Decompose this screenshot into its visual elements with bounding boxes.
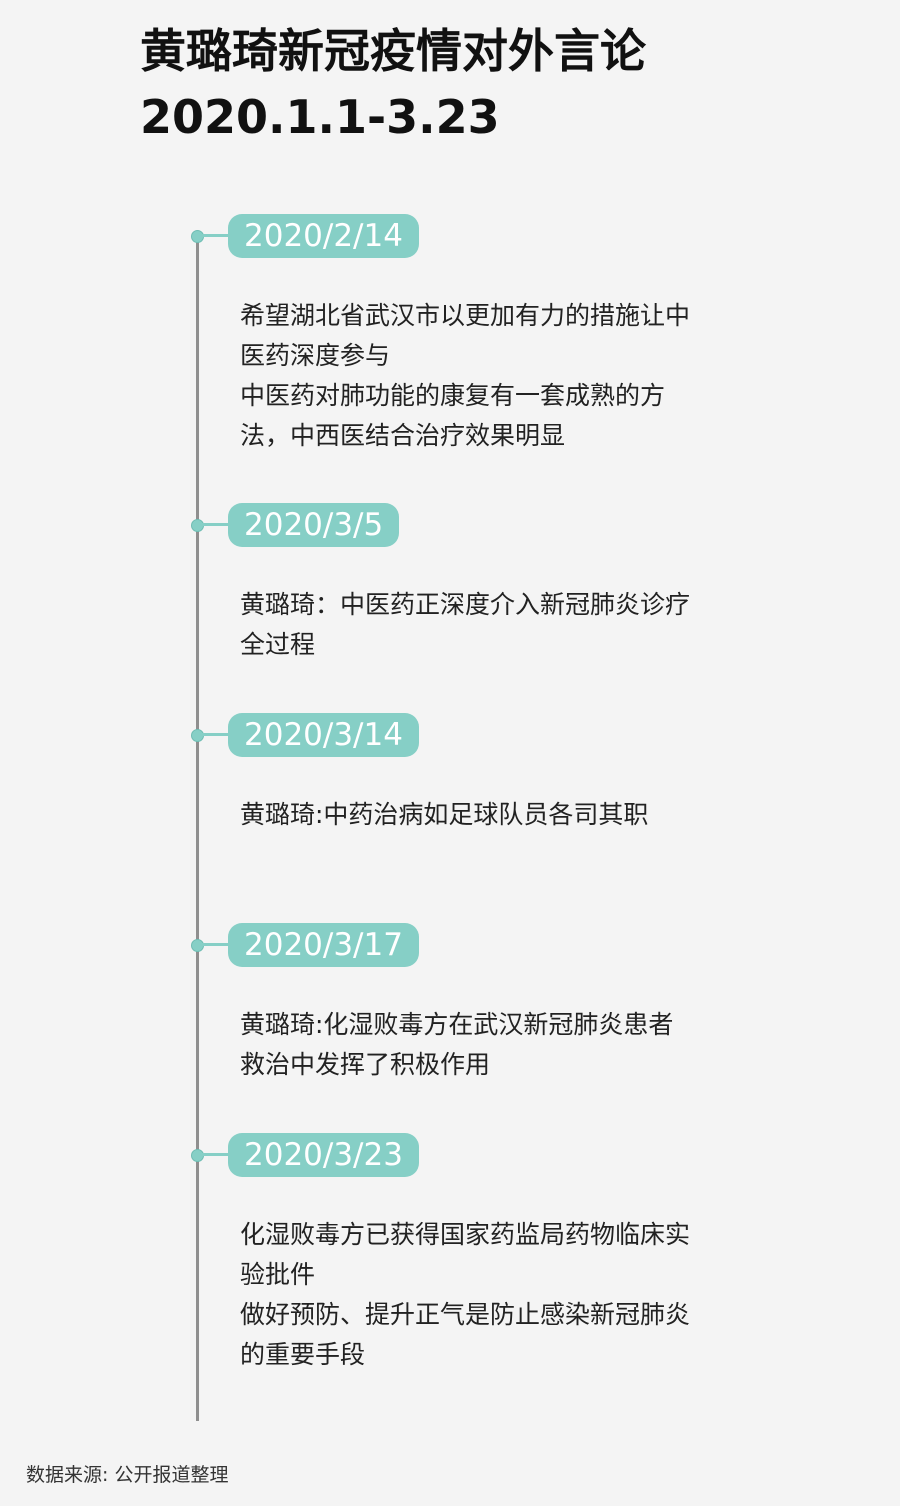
event-text-line: 黄璐琦:中药治病如足球队员各司其职: [240, 800, 649, 829]
title-line-1: 黄璐琦新冠疫情对外言论: [140, 24, 646, 78]
event-date-badge: 2020/3/23: [228, 1133, 419, 1177]
timeline-connector: [202, 733, 228, 736]
timeline-connector: [202, 523, 228, 526]
event-text-line: 中医药对肺功能的康复有一套成熟的方法，中西医结合治疗效果明显: [240, 381, 666, 450]
timeline-connector: [202, 943, 228, 946]
event-text-line: 化湿败毒方已获得国家药监局药物临床实验批件: [240, 1220, 691, 1289]
timeline-axis: [196, 235, 199, 1421]
event-description: 黄璐琦:化湿败毒方在武汉新冠肺炎患者救治中发挥了积极作用: [240, 1005, 695, 1085]
event-description: 希望湖北省武汉市以更加有力的措施让中医药深度参与 中医药对肺功能的康复有一套成熟…: [240, 296, 710, 456]
event-date-badge: 2020/2/14: [228, 214, 419, 258]
title-line-2: 2020.1.1-3.23: [140, 90, 500, 144]
event-description: 黄璐琦：中医药正深度介入新冠肺炎诊疗全过程: [240, 585, 710, 665]
timeline-connector: [202, 234, 228, 237]
event-description: 黄璐琦:中药治病如足球队员各司其职: [240, 795, 670, 835]
event-date-badge: 2020/3/5: [228, 503, 400, 547]
timeline-connector: [202, 1153, 228, 1156]
data-source-note: 数据来源: 公开报道整理: [26, 1464, 229, 1486]
event-text-line: 希望湖北省武汉市以更加有力的措施让中医药深度参与: [240, 301, 691, 370]
page-title: 黄璐琦新冠疫情对外言论 2020.1.1-3.23: [140, 18, 646, 150]
event-date-badge: 2020/3/14: [228, 713, 419, 757]
event-date-badge: 2020/3/17: [228, 923, 419, 967]
event-description: 化湿败毒方已获得国家药监局药物临床实验批件 做好预防、提升正气是防止感染新冠肺炎…: [240, 1215, 710, 1375]
event-text-line: 黄璐琦:化湿败毒方在武汉新冠肺炎患者救治中发挥了积极作用: [240, 1010, 674, 1079]
event-text-line: 做好预防、提升正气是防止感染新冠肺炎的重要手段: [240, 1300, 691, 1369]
event-text-line: 黄璐琦：中医药正深度介入新冠肺炎诊疗全过程: [240, 590, 691, 659]
